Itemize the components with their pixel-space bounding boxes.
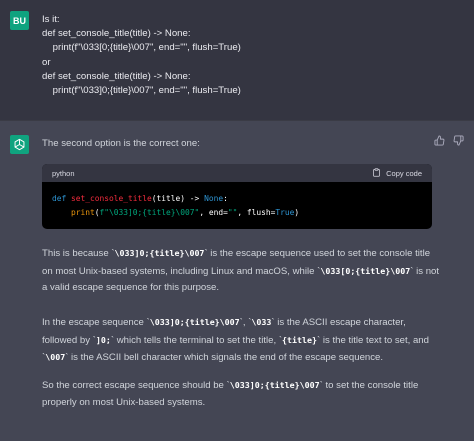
openai-logo-icon bbox=[10, 135, 29, 154]
user-line: print(f"\033[0;{title}\007", end="", flu… bbox=[42, 42, 241, 54]
code-language-label: python bbox=[52, 168, 75, 178]
code-text: : bbox=[223, 194, 228, 203]
copy-code-button[interactable]: Copy code bbox=[372, 167, 422, 179]
code-keyword: True bbox=[275, 208, 295, 217]
paragraph-text: `, ` bbox=[239, 317, 252, 328]
code-content: def set_console_title(title) -> None: pr… bbox=[42, 182, 432, 220]
clipboard-icon bbox=[372, 167, 381, 179]
code-builtin: print bbox=[71, 208, 95, 217]
code-string: f"\033]0;{title}\007" bbox=[99, 208, 200, 217]
code-function-name: set_console_title bbox=[71, 194, 152, 203]
user-line: def set_console_title(title) -> None: bbox=[42, 70, 191, 82]
user-message-text: Is it: def set_console_title(title) -> N… bbox=[42, 13, 241, 98]
code-text: , flush= bbox=[237, 208, 276, 217]
assistant-intro-text: The second option is the correct one: bbox=[42, 138, 200, 149]
code-text: ) bbox=[294, 208, 300, 217]
user-line: or bbox=[42, 56, 51, 68]
paragraph-text: In the escape sequence ` bbox=[42, 317, 150, 328]
inline-code: \033]0;{title}\007 bbox=[149, 317, 240, 327]
code-keyword: None bbox=[204, 194, 224, 203]
user-avatar: BU bbox=[10, 11, 29, 30]
inline-code: \033 bbox=[251, 317, 272, 327]
inline-code: \007 bbox=[45, 352, 66, 362]
code-block-header: python Copy code bbox=[42, 164, 432, 182]
user-line: def set_console_title(title) -> None: bbox=[42, 28, 191, 40]
code-line: def set_console_title(title) -> None: bbox=[52, 192, 422, 206]
code-text: , end= bbox=[199, 208, 228, 217]
paragraph-text: ` which tells the terminal to set the ti… bbox=[110, 334, 283, 346]
code-string: "" bbox=[227, 208, 238, 217]
thumbs-down-icon[interactable] bbox=[453, 135, 464, 146]
inline-code: {title} bbox=[282, 334, 317, 345]
paragraph-text: This is because ` bbox=[42, 248, 115, 259]
escape-sequence-paragraph: In the escape sequence `\033]0;{title}\0… bbox=[42, 314, 442, 367]
inline-code: \033]0;{title}\007 bbox=[229, 380, 320, 390]
inline-code: \033[0;{title}\007 bbox=[320, 265, 411, 276]
user-line: print(f"\033]0;{title}\007", end="", flu… bbox=[42, 85, 241, 97]
inline-code: \033]0;{title}\007 bbox=[114, 248, 205, 258]
inline-code: ]0; bbox=[95, 334, 111, 345]
paragraph-text: So the correct escape sequence should be… bbox=[42, 380, 230, 391]
code-line: print(f"\033]0;{title}\007", end="", flu… bbox=[52, 206, 422, 220]
code-block: python Copy code def set_console_title(t… bbox=[42, 164, 432, 229]
feedback-buttons bbox=[434, 135, 464, 146]
explanation-paragraph: This is because `\033]0;{title}\007` is … bbox=[42, 245, 442, 297]
thumbs-up-icon[interactable] bbox=[434, 135, 445, 146]
user-line: Is it: bbox=[42, 14, 60, 25]
code-text: (title) -> bbox=[151, 194, 205, 203]
user-message: BU Is it: def set_console_title(title) -… bbox=[0, 0, 474, 120]
code-keyword: def bbox=[52, 194, 67, 203]
copy-code-label: Copy code bbox=[386, 168, 422, 178]
conclusion-paragraph: So the correct escape sequence should be… bbox=[42, 377, 442, 411]
paragraph-text: ` is the ASCII bell character which sign… bbox=[65, 352, 384, 363]
